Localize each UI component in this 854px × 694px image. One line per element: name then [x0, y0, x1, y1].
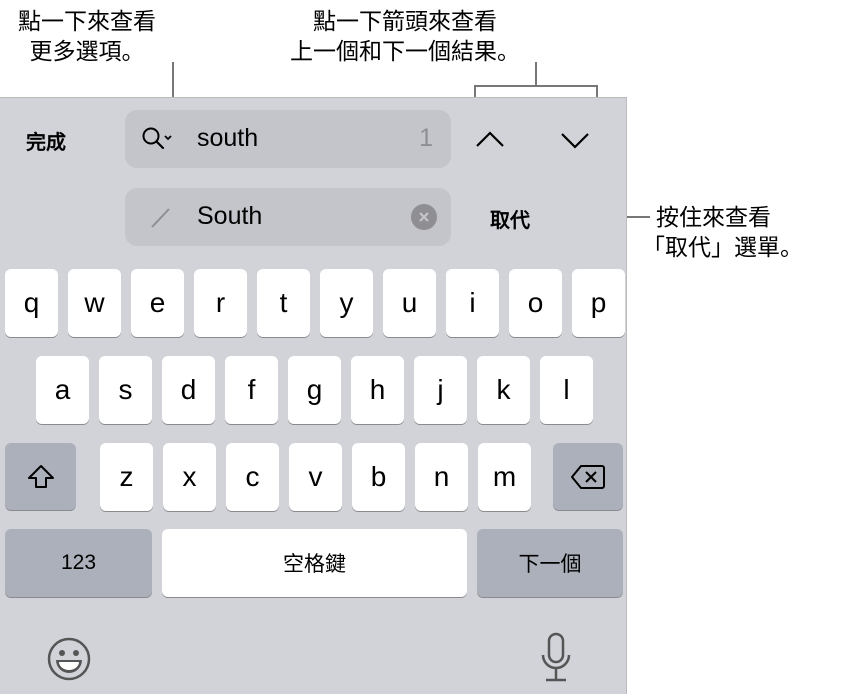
key-k[interactable]: k: [477, 356, 530, 424]
key-t[interactable]: t: [257, 269, 310, 337]
key-g[interactable]: g: [288, 356, 341, 424]
key-c[interactable]: c: [226, 443, 279, 511]
callout-bracket: [474, 85, 597, 87]
key-a[interactable]: a: [36, 356, 89, 424]
search-options-icon[interactable]: [141, 126, 175, 152]
clear-icon[interactable]: [411, 204, 437, 230]
delete-key[interactable]: [553, 443, 623, 510]
callout-leader: [535, 62, 537, 86]
key-v[interactable]: v: [289, 443, 342, 511]
callout-arrows: 點一下箭頭來查看 上一個和下一個結果。: [245, 6, 565, 66]
key-p[interactable]: p: [572, 269, 625, 337]
shift-icon: [27, 464, 54, 488]
find-replace-keyboard: 完成 south 1 South 取代 123 空格鍵 下一個 qwertyui…: [0, 97, 627, 694]
next-key[interactable]: 下一個: [477, 529, 623, 597]
shift-key[interactable]: [5, 443, 76, 510]
previous-result-button[interactable]: [474, 128, 506, 150]
key-b[interactable]: b: [352, 443, 405, 511]
key-i[interactable]: i: [446, 269, 499, 337]
key-l[interactable]: l: [540, 356, 593, 424]
space-key[interactable]: 空格鍵: [162, 529, 467, 597]
callout-line: 上一個和下一個結果。: [290, 38, 520, 64]
key-w[interactable]: w: [68, 269, 121, 337]
replace-input[interactable]: South: [197, 202, 262, 231]
done-button[interactable]: 完成: [26, 126, 66, 155]
replace-field[interactable]: South: [125, 188, 451, 246]
emoji-icon[interactable]: [46, 636, 92, 682]
callout-bracket: [474, 85, 476, 97]
callout-line: 點一下箭頭來查看: [313, 8, 497, 34]
key-r[interactable]: r: [194, 269, 247, 337]
key-s[interactable]: s: [99, 356, 152, 424]
key-z[interactable]: z: [100, 443, 153, 511]
callout-search-options: 點一下來查看 更多選項。: [2, 6, 172, 66]
key-e[interactable]: e: [131, 269, 184, 337]
callout-line: 點一下來查看: [18, 8, 156, 34]
key-d[interactable]: d: [162, 356, 215, 424]
callout-line: 「取代」選單。: [642, 234, 803, 260]
key-j[interactable]: j: [414, 356, 467, 424]
microphone-icon[interactable]: [540, 631, 572, 685]
match-count: 1: [419, 124, 433, 152]
numbers-key[interactable]: 123: [5, 529, 152, 597]
pencil-icon: [151, 208, 170, 228]
search-input[interactable]: south: [197, 124, 258, 153]
callout-line: 按住來查看: [656, 204, 771, 230]
callout-replace: 按住來查看 「取代」選單。: [642, 202, 852, 262]
key-f[interactable]: f: [225, 356, 278, 424]
key-q[interactable]: q: [5, 269, 58, 337]
key-y[interactable]: y: [320, 269, 373, 337]
callout-line: 更多選項。: [29, 38, 145, 64]
key-x[interactable]: x: [163, 443, 216, 511]
key-h[interactable]: h: [351, 356, 404, 424]
key-m[interactable]: m: [478, 443, 531, 511]
key-n[interactable]: n: [415, 443, 468, 511]
key-u[interactable]: u: [383, 269, 436, 337]
delete-icon: [571, 464, 605, 489]
next-result-button[interactable]: [559, 130, 591, 152]
callout-bracket: [596, 85, 598, 97]
replace-button[interactable]: 取代: [490, 204, 530, 233]
key-o[interactable]: o: [509, 269, 562, 337]
search-field[interactable]: south 1: [125, 110, 451, 168]
